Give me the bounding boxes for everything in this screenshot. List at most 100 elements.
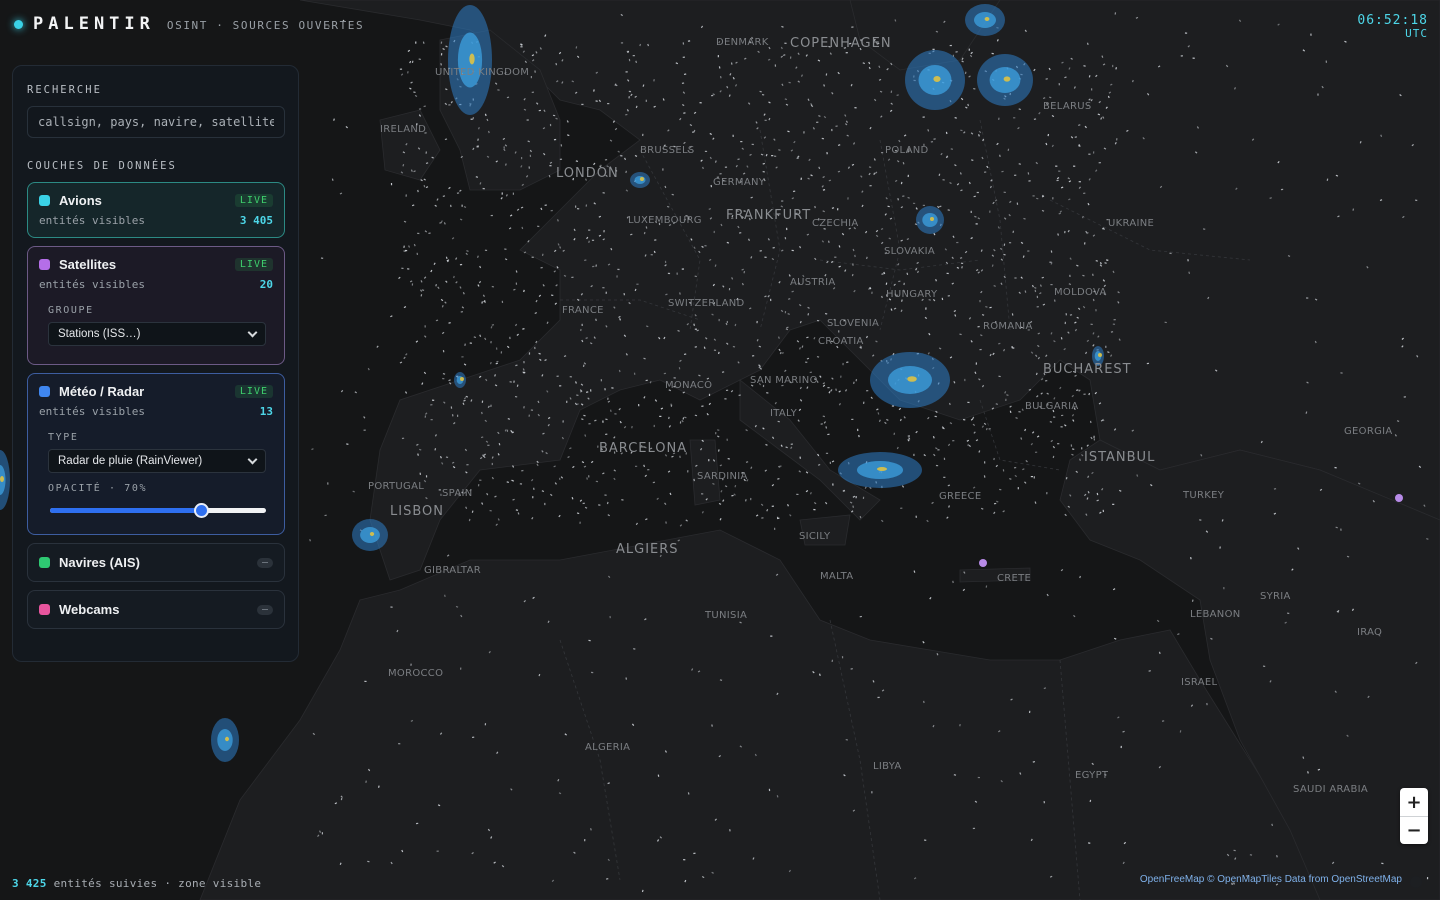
layer-name: Webcams (59, 602, 120, 617)
aircraft-marker (847, 197, 849, 200)
aircraft-marker (579, 521, 581, 524)
aircraft-marker (1005, 398, 1007, 401)
map-place-label: DENMARK (716, 37, 769, 48)
layer-satellites[interactable]: Satellites LIVE entités visibles 20 GROU… (27, 246, 285, 365)
rain-heavy-0 (469, 53, 475, 65)
app-subtitle: OSINT · SOURCES OUVERTES (166, 18, 365, 32)
aircraft-marker (1310, 33, 1312, 36)
aircraft-marker (708, 393, 711, 397)
aircraft-marker (925, 307, 927, 310)
aircraft-marker (946, 272, 949, 275)
footer-text: entités suivies · zone visible (53, 877, 262, 890)
map-place-label: IRELAND (380, 124, 427, 135)
aircraft-marker (1049, 261, 1052, 263)
opacity-slider[interactable] (50, 503, 268, 518)
aircraft-marker (1180, 55, 1183, 57)
aircraft-marker (1017, 487, 1019, 490)
rain-core-8 (922, 213, 938, 227)
aircraft-marker (600, 379, 603, 382)
map-place-label: LUXEMBOURG (628, 215, 702, 226)
aircraft-marker (726, 320, 729, 324)
layer-name: Météo / Radar (59, 384, 145, 399)
aircraft-marker (829, 461, 832, 465)
aircraft-marker (479, 479, 482, 481)
aircraft-marker (724, 166, 728, 168)
aircraft-marker (715, 432, 717, 435)
aircraft-marker (1325, 60, 1328, 63)
map-place-label: GREECE (939, 491, 982, 502)
layer-aircraft[interactable]: Avions LIVE entités visibles 3 405 (27, 182, 285, 238)
map-place-label: BELARUS (1043, 101, 1092, 112)
type-select-value: Radar de pluie (RainViewer) (58, 455, 203, 467)
aircraft-marker (1083, 393, 1086, 395)
map-place-label: SYRIA (1260, 591, 1291, 602)
aircraft-marker (838, 330, 840, 333)
search-input[interactable] (27, 106, 285, 138)
map-place-label: ISTANBUL (1084, 450, 1156, 465)
map-place-label: ROMANIA (983, 321, 1033, 332)
map-place-label: ALGERIA (585, 742, 631, 753)
aircraft-marker (1052, 416, 1056, 418)
layer-ships[interactable]: Navires (AIS) (27, 543, 285, 582)
map-place-label: ALGIERS (616, 542, 679, 557)
aircraft-marker (628, 90, 632, 93)
zoom-in-button[interactable]: + (1400, 788, 1428, 816)
ships-color-swatch (39, 557, 50, 568)
aircraft-marker (1002, 469, 1005, 472)
rain-heavy-3 (907, 376, 917, 382)
type-select[interactable]: Radar de pluie (RainViewer) (48, 449, 266, 473)
live-badge: LIVE (234, 258, 273, 271)
aircraft-marker (327, 482, 329, 485)
group-select[interactable]: Stations (ISS…) (48, 322, 266, 346)
info-icon[interactable] (1410, 876, 1422, 888)
aircraft-marker (922, 204, 925, 206)
satellite-marker (1395, 494, 1403, 502)
toggle-off-icon[interactable] (257, 604, 273, 615)
aircraft-marker (461, 204, 463, 207)
aircraft-marker (647, 469, 650, 471)
aircraft-marker (424, 325, 426, 328)
aircraft-marker (602, 420, 604, 423)
aircraft-marker (1113, 319, 1116, 321)
aircraft-marker (1078, 181, 1081, 183)
rain-core-6 (217, 729, 233, 751)
aircraft-marker (523, 360, 525, 364)
map-attribution[interactable]: OpenFreeMap © OpenMapTiles Data from Ope… (1140, 874, 1402, 885)
map-place-label: FRANCE (562, 305, 604, 316)
aircraft-marker (591, 239, 595, 241)
rain-heavy-7 (984, 17, 990, 21)
aircraft-marker (1058, 170, 1061, 172)
zoom-out-button[interactable]: − (1400, 816, 1428, 844)
aircraft-marker (584, 839, 586, 842)
map-place-label: FRANKFURT (726, 208, 812, 223)
aircraft-marker (979, 300, 981, 303)
aircraft-marker (590, 389, 592, 392)
aircraft-marker (977, 776, 980, 779)
layer-weather[interactable]: Météo / Radar LIVE entités visibles 13 T… (27, 373, 285, 535)
clock-zone: UTC (1405, 27, 1428, 40)
aircraft-marker (1095, 309, 1097, 312)
aircraft-marker (724, 398, 727, 400)
aircraft-marker (531, 256, 534, 258)
layer-name: Navires (AIS) (59, 555, 140, 570)
aircraft-marker (1069, 274, 1071, 278)
aircraft-marker (553, 138, 557, 141)
aircraft-marker (708, 459, 710, 462)
aircraft-marker (1033, 476, 1035, 479)
aircraft-marker (1064, 321, 1067, 325)
layer-webcams[interactable]: Webcams (27, 590, 285, 629)
aircraft-marker (1102, 509, 1105, 513)
aircraft-marker (984, 461, 986, 464)
aircraft-marker (581, 103, 584, 105)
toggle-off-icon[interactable] (257, 557, 273, 568)
aircraft-marker (650, 254, 653, 256)
aircraft-marker (544, 502, 546, 506)
aircraft-marker (519, 483, 523, 485)
aircraft-marker (968, 48, 970, 51)
aircraft-marker (528, 352, 531, 355)
aircraft-marker (771, 155, 774, 157)
aircraft-marker (1052, 197, 1054, 200)
aircraft-marker (877, 696, 880, 699)
aircraft-marker (768, 788, 771, 792)
map-place-label: GERMANY (713, 177, 766, 188)
